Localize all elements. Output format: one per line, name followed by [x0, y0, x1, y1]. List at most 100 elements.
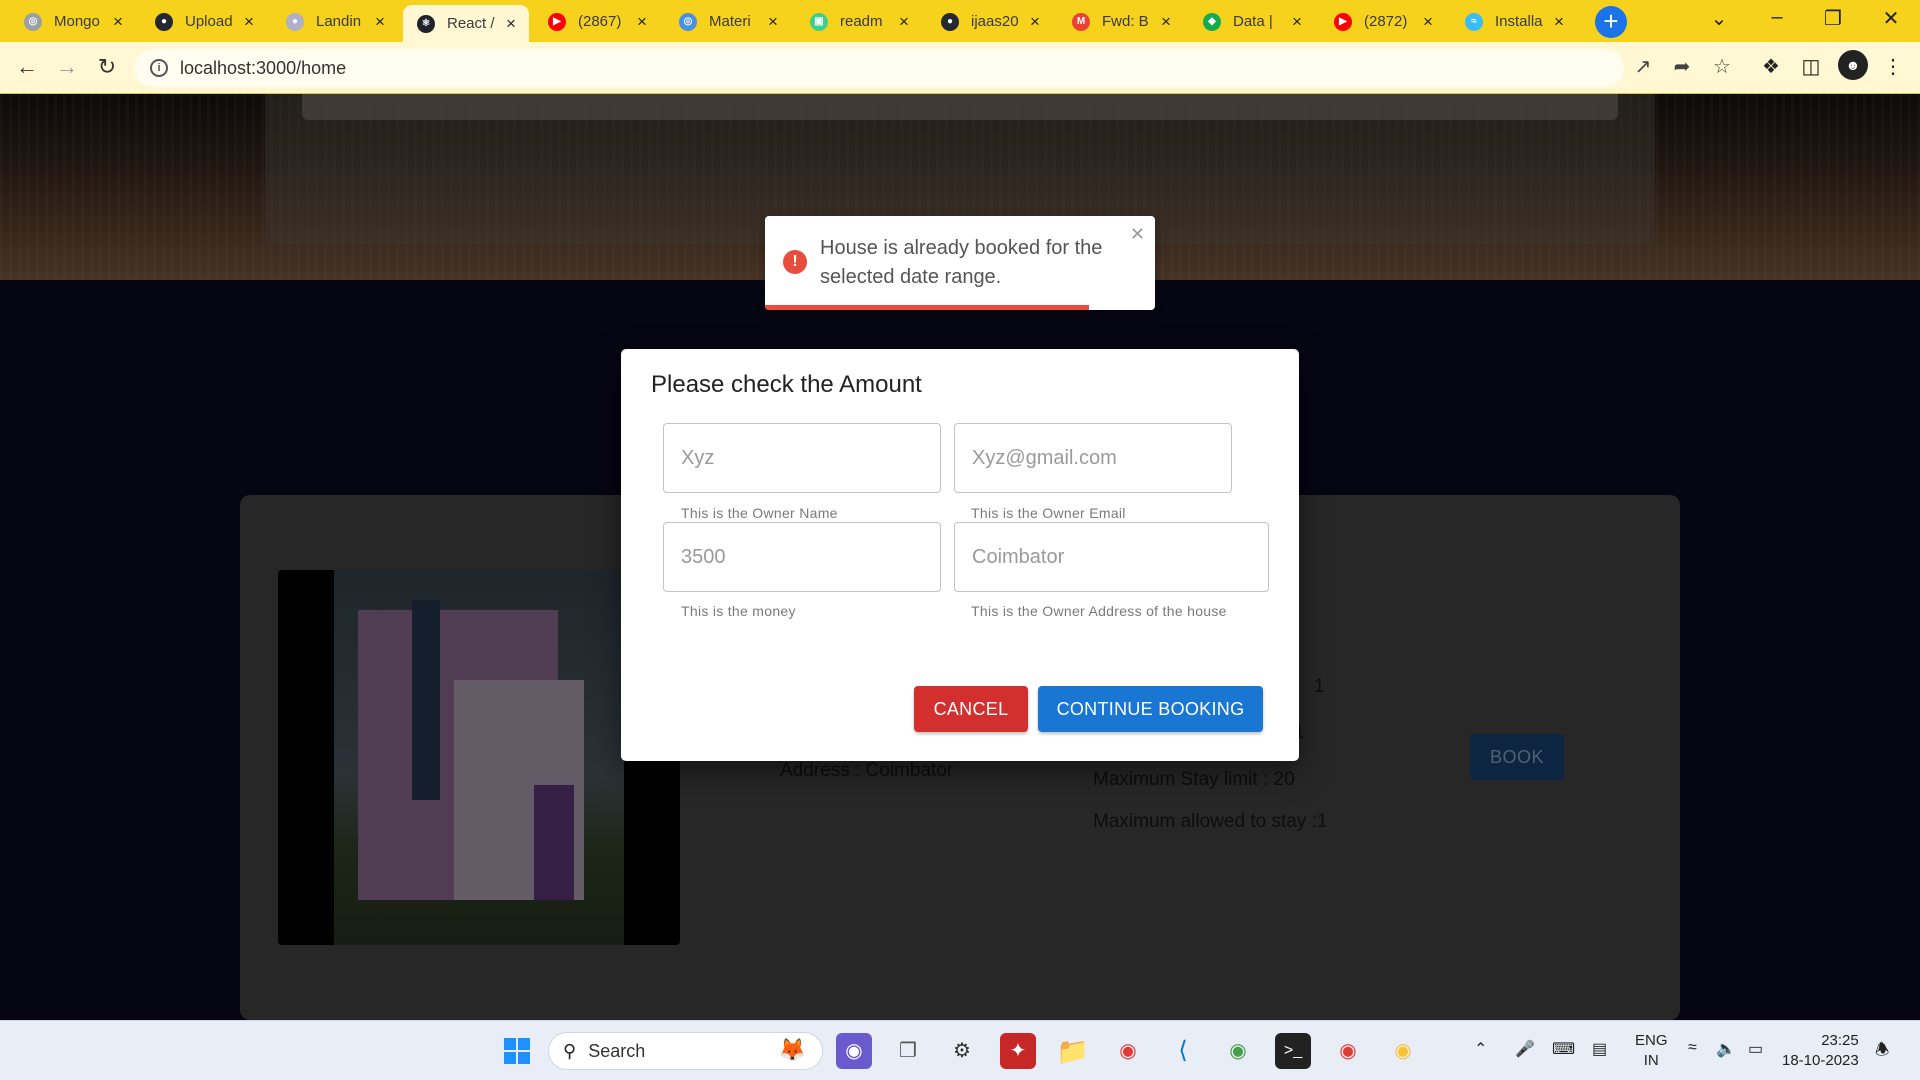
owner-email-field[interactable] — [954, 423, 1232, 493]
bookmark-star-icon[interactable]: ☆ — [1709, 54, 1735, 79]
tab-close-icon[interactable]: × — [1289, 12, 1305, 32]
new-tab-button[interactable]: + — [1595, 6, 1627, 38]
tab-close-icon[interactable]: × — [241, 12, 257, 32]
forward-icon[interactable]: → — [52, 52, 82, 82]
money-helper: This is the money — [681, 603, 796, 619]
tab-favicon-icon: ▶ — [1334, 12, 1352, 31]
money-input[interactable] — [664, 523, 940, 591]
reload-icon[interactable]: ↻ — [92, 52, 122, 82]
share-icon[interactable]: ➦ — [1669, 54, 1695, 79]
taskbar-search[interactable]: ⚲ Search 🦊 — [548, 1032, 823, 1070]
back-icon[interactable]: ← — [12, 52, 42, 82]
owner-email-input[interactable] — [955, 424, 1231, 492]
url-text: localhost:3000/home — [180, 57, 347, 78]
error-icon: ! — [783, 250, 807, 274]
browser-tab[interactable]: ● ijaas20 × — [927, 5, 1053, 38]
search-icon: ⚲ — [563, 1040, 577, 1061]
profile-avatar[interactable]: ☻ — [1838, 50, 1868, 80]
owner-name-helper: This is the Owner Name — [681, 505, 838, 521]
wifi-icon[interactable]: ≈ — [1688, 1039, 1697, 1057]
open-in-app-icon[interactable]: ↗ — [1630, 54, 1656, 79]
tab-title: React / — [447, 15, 495, 32]
tab-close-icon[interactable]: × — [1420, 12, 1436, 32]
tab-close-icon[interactable]: × — [1551, 12, 1567, 32]
chrome-icon[interactable]: ◉ — [1110, 1033, 1146, 1069]
tab-close-icon[interactable]: × — [896, 12, 912, 32]
fox-icon: 🦊 — [778, 1037, 806, 1062]
vscode-icon[interactable]: ⟨ — [1165, 1033, 1201, 1069]
chrome-profile-3-icon[interactable]: ◉ — [1385, 1033, 1421, 1069]
tab-favicon-icon: ● — [155, 12, 173, 31]
browser-tab[interactable]: ▶ (2867) × — [534, 5, 660, 38]
copilot-icon[interactable]: ◉ — [836, 1033, 872, 1069]
volume-icon[interactable]: 🔈 — [1716, 1039, 1736, 1059]
browser-tab[interactable]: ▣ readm × — [796, 5, 922, 38]
tab-title: ijaas20 — [971, 13, 1019, 30]
tab-close-icon[interactable]: × — [372, 12, 388, 32]
chrome-profile-icon[interactable]: ◉ — [1220, 1033, 1256, 1069]
owner-address-input[interactable] — [955, 523, 1268, 591]
tab-close-icon[interactable]: × — [503, 14, 519, 34]
tab-title: Installa — [1495, 13, 1543, 30]
tab-favicon-icon: ◎ — [679, 12, 697, 31]
tab-search-icon[interactable]: ⌄ — [1704, 6, 1734, 31]
tab-favicon-icon: ◆ — [1203, 12, 1221, 31]
display-icon[interactable]: ▤ — [1592, 1039, 1607, 1059]
browser-tab[interactable]: ◎ Mongo × — [10, 5, 136, 38]
tab-title: Mongo — [54, 13, 100, 30]
chrome-profile-2-icon[interactable]: ◉ — [1330, 1033, 1366, 1069]
clock-date: 18-10-2023 — [1782, 1052, 1859, 1069]
tray-overflow-icon[interactable]: ⌃ — [1474, 1039, 1487, 1059]
tab-favicon-icon: ≈ — [1465, 12, 1483, 31]
tab-close-icon[interactable]: × — [110, 12, 126, 32]
browser-menu-icon[interactable]: ⋮ — [1880, 54, 1906, 79]
minimize-icon[interactable]: – — [1762, 6, 1792, 29]
microphone-icon[interactable]: 🎤 — [1515, 1039, 1535, 1059]
clock-time: 23:25 — [1821, 1032, 1859, 1049]
tab-close-icon[interactable]: × — [1158, 12, 1174, 32]
browser-tab[interactable]: ● Upload × — [141, 5, 267, 38]
tab-title: Fwd: B — [1102, 13, 1149, 30]
browser-tab[interactable]: ● Landin × — [272, 5, 398, 38]
browser-tab[interactable]: ▶ (2872) × — [1320, 5, 1446, 38]
side-panel-icon[interactable]: ◫ — [1798, 54, 1824, 79]
tab-favicon-icon: ▶ — [548, 12, 566, 31]
owner-name-input[interactable] — [664, 424, 940, 492]
owner-address-field[interactable] — [954, 522, 1269, 592]
money-field[interactable] — [663, 522, 941, 592]
continue-booking-button[interactable]: CONTINUE BOOKING — [1038, 686, 1263, 732]
site-info-icon[interactable]: i — [150, 59, 168, 77]
tab-favicon-icon: ◎ — [24, 12, 42, 31]
tab-title: Data | — [1233, 13, 1273, 30]
tab-close-icon[interactable]: × — [1027, 12, 1043, 32]
widgets-icon[interactable]: ⚙ — [944, 1033, 980, 1069]
battery-icon[interactable]: ▭ — [1748, 1039, 1763, 1059]
error-toast: ! House is already booked for the select… — [765, 216, 1155, 310]
owner-name-field[interactable] — [663, 423, 941, 493]
task-view-icon[interactable]: ❐ — [890, 1033, 926, 1069]
tab-title: (2872) — [1364, 13, 1408, 30]
notifications-bell-icon[interactable]: 🕭 — [1875, 1039, 1889, 1066]
game-app-icon[interactable]: ✦ — [1000, 1033, 1036, 1069]
keyboard-icon[interactable]: ⌨ — [1552, 1039, 1575, 1059]
terminal-icon[interactable]: >_ — [1275, 1033, 1311, 1069]
start-icon[interactable] — [499, 1033, 535, 1069]
browser-tab[interactable]: M Fwd: B × — [1058, 5, 1184, 38]
tab-favicon-icon: ▣ — [810, 12, 828, 31]
close-window-icon[interactable]: ✕ — [1876, 6, 1906, 31]
browser-tab[interactable]: ≈ Installa × — [1451, 5, 1577, 38]
browser-tab[interactable]: ◎ Materi × — [665, 5, 791, 38]
file-explorer-icon[interactable]: 📁 — [1055, 1033, 1091, 1069]
cancel-button[interactable]: CANCEL — [914, 686, 1028, 732]
browser-tab[interactable]: ◆ Data | × — [1189, 5, 1315, 38]
system-clock[interactable]: 23:25 18-10-2023 — [1782, 1031, 1859, 1071]
browser-tab[interactable]: ⚛ React / × — [403, 5, 529, 42]
tab-close-icon[interactable]: × — [765, 12, 781, 32]
tab-title: (2867) — [578, 13, 622, 30]
restore-icon[interactable]: ❐ — [1818, 6, 1848, 31]
tab-close-icon[interactable]: × — [634, 12, 650, 32]
address-bar[interactable]: i localhost:3000/home — [134, 49, 1624, 87]
language-indicator[interactable]: ENG IN — [1635, 1031, 1668, 1071]
toast-close-icon[interactable]: ✕ — [1130, 224, 1145, 245]
extensions-icon[interactable]: ❖ — [1758, 54, 1784, 79]
